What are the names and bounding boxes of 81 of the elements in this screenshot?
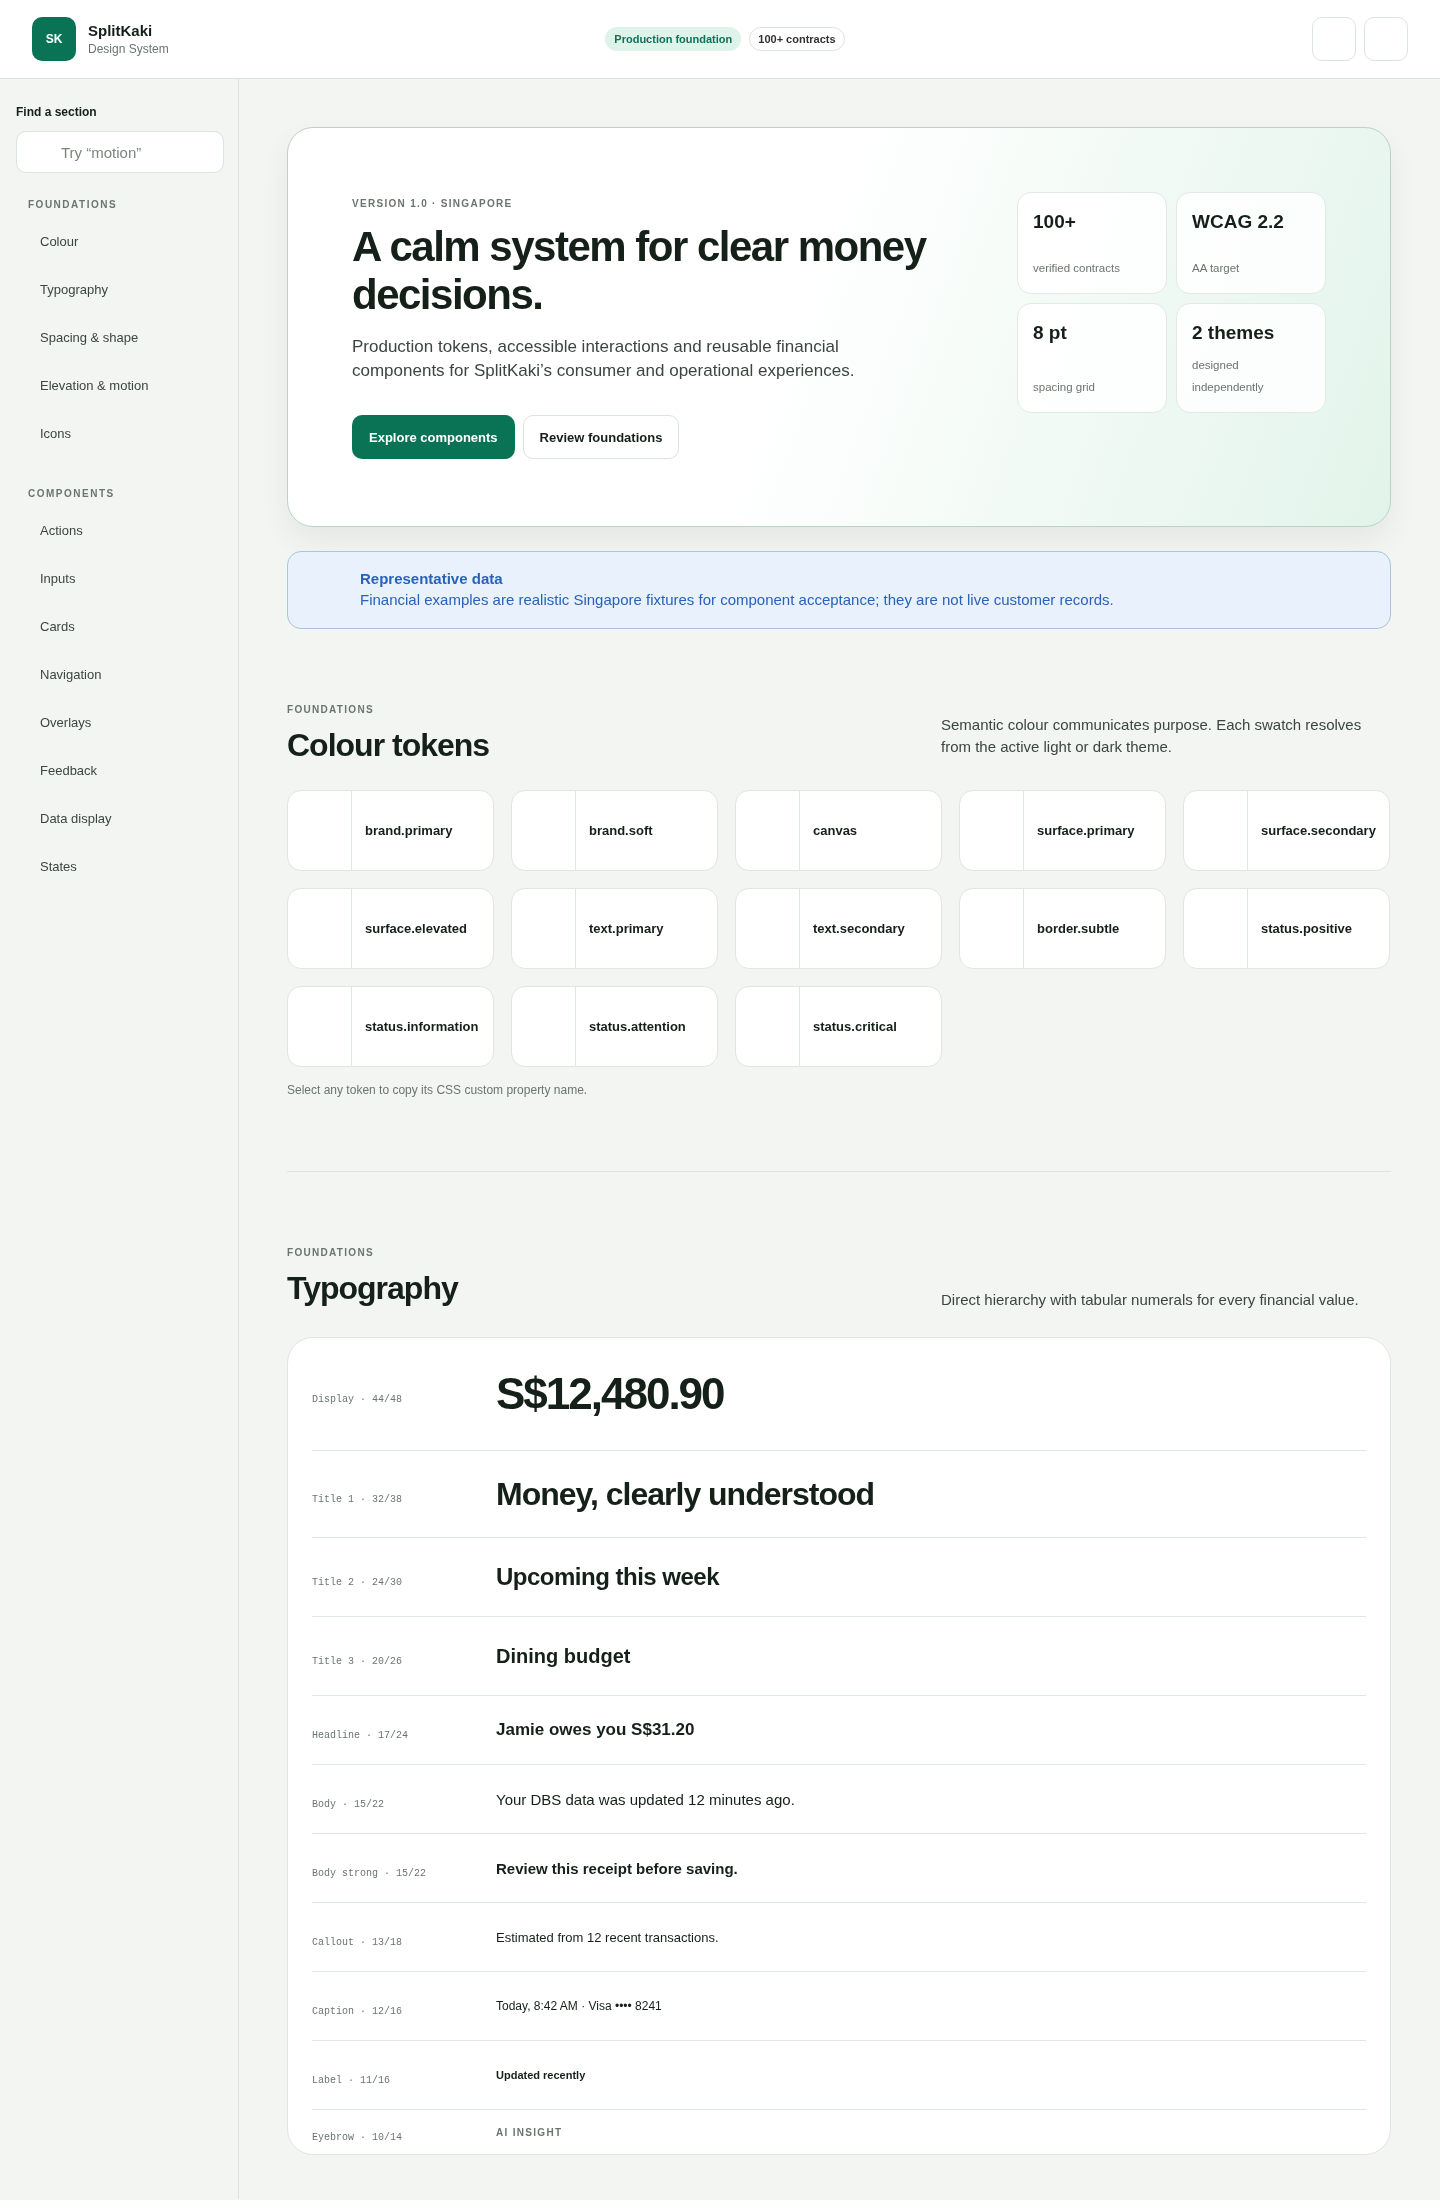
token-card[interactable]: canvas: [735, 790, 942, 871]
type-spec: Title 1 · 32/38: [312, 1492, 403, 1505]
type-spec: Body · 15/22: [312, 1797, 385, 1810]
type-spec: Callout · 13/18: [312, 1935, 403, 1948]
token-card[interactable]: status.positive: [1183, 888, 1390, 969]
stat-value: 2 themes: [1192, 322, 1276, 344]
token-card[interactable]: surface.elevated: [287, 888, 494, 969]
section-title: Colour tokens: [287, 727, 490, 764]
nav-item[interactable]: Elevation & motion: [16, 362, 222, 410]
status-badge: 100+ contracts: [749, 27, 845, 51]
nav-item[interactable]: Colour: [16, 218, 222, 266]
type-sample: AI INSIGHT: [496, 2126, 563, 2138]
type-spec: Title 2 · 24/30: [312, 1575, 403, 1588]
stat-label: designed independently: [1192, 358, 1265, 395]
banner-title: Representative data: [360, 570, 504, 587]
nav-item[interactable]: Icons: [16, 410, 222, 458]
brand-subtitle: Design System: [88, 42, 169, 56]
token-card[interactable]: text.primary: [511, 888, 718, 969]
type-sample: Your DBS data was updated 12 minutes ago.: [496, 1790, 795, 1808]
nav-item[interactable]: Data display: [16, 795, 222, 843]
hero-button[interactable]: Review foundations: [522, 415, 680, 459]
stat-label: verified contracts: [1033, 261, 1121, 276]
helper-text: Select any token to copy its CSS custom property name.: [287, 1083, 589, 1097]
stat-value: WCAG 2.2: [1192, 211, 1285, 233]
type-spec: Label · 11/16: [312, 2073, 391, 2086]
type-sample: Upcoming this week: [496, 1563, 720, 1591]
nav-group-heading: FOUNDATIONS: [27, 198, 119, 212]
section-eyebrow: FOUNDATIONS: [287, 704, 374, 715]
token-card[interactable]: text.secondary: [735, 888, 942, 969]
nav-item[interactable]: Actions: [16, 507, 222, 555]
token-card[interactable]: border.subtle: [959, 888, 1166, 969]
square-button[interactable]: [1312, 17, 1356, 61]
stat-label: AA target: [1192, 261, 1241, 276]
hero-title: A calm system for clear money decisions.: [352, 223, 928, 319]
nav-item[interactable]: Feedback: [16, 747, 222, 795]
stat-value: 8 pt: [1033, 322, 1068, 344]
search-field[interactable]: Try “motion”: [16, 131, 224, 173]
logo-badge: SK: [32, 17, 76, 61]
status-badge: Production foundation: [605, 27, 742, 51]
token-card[interactable]: brand.primary: [287, 790, 494, 871]
nav-group-heading: COMPONENTS: [27, 487, 116, 501]
section-title: Typography: [287, 1270, 458, 1307]
nav-item[interactable]: States: [16, 843, 222, 891]
sidebar-title: Find a section: [16, 105, 98, 119]
type-sample: Jamie owes you S$31.20: [496, 1720, 695, 1740]
type-spec: Body strong · 15/22: [312, 1866, 428, 1879]
type-sample: Estimated from 12 recent transactions.: [496, 1929, 719, 1945]
type-spec: Title 3 · 20/26: [312, 1654, 403, 1667]
nav-item[interactable]: Overlays: [16, 699, 222, 747]
type-sample: Today, 8:42 AM · Visa •••• 8241: [496, 1999, 662, 2013]
stat-value: 100+: [1033, 211, 1077, 233]
type-spec: Caption · 12/16: [312, 2004, 403, 2017]
token-card[interactable]: surface.primary: [959, 790, 1166, 871]
type-sample: S$12,480.90: [496, 1369, 724, 1419]
token-card[interactable]: status.information: [287, 986, 494, 1067]
section-description: Semantic colour communicates purpose. Each swatch resolves from the active light or dark theme.: [941, 715, 1363, 757]
square-button[interactable]: [1364, 17, 1408, 61]
nav-item[interactable]: Spacing & shape: [16, 314, 222, 362]
banner-text: Financial examples are realistic Singapore fixtures for component acceptance; they are not live customer records.: [360, 591, 1115, 608]
type-sample: Updated recently: [496, 2069, 586, 2081]
section-eyebrow: FOUNDATIONS: [287, 1247, 374, 1258]
section-description: Direct hierarchy with tabular numerals for every financial value.: [941, 1290, 1360, 1310]
hero-eyebrow: VERSION 1.0 · SINGAPORE: [352, 198, 514, 209]
nav-item[interactable]: Cards: [16, 603, 222, 651]
nav-item[interactable]: Inputs: [16, 555, 222, 603]
brand-name: SplitKaki: [88, 22, 154, 39]
type-sample: Money, clearly understood: [496, 1475, 875, 1513]
hero-button[interactable]: Explore components: [352, 415, 515, 459]
token-card[interactable]: status.attention: [511, 986, 718, 1067]
nav-item[interactable]: Navigation: [16, 651, 222, 699]
token-card[interactable]: surface.secondary: [1183, 790, 1390, 871]
type-spec: Eyebrow · 10/14: [312, 2130, 403, 2143]
type-sample: Review this receipt before saving.: [496, 1859, 738, 1877]
nav-item[interactable]: Typography: [16, 266, 222, 314]
type-sample: Dining budget: [496, 1644, 631, 1668]
hero-description: Production tokens, accessible interactions and reusable financial components for SplitKaki’s consumer and operational experiences.: [352, 336, 856, 382]
stat-label: spacing grid: [1033, 380, 1096, 395]
token-card[interactable]: brand.soft: [511, 790, 718, 871]
type-spec: Display · 44/48: [312, 1392, 403, 1405]
token-card[interactable]: status.critical: [735, 986, 942, 1067]
type-spec: Headline · 17/24: [312, 1728, 409, 1741]
